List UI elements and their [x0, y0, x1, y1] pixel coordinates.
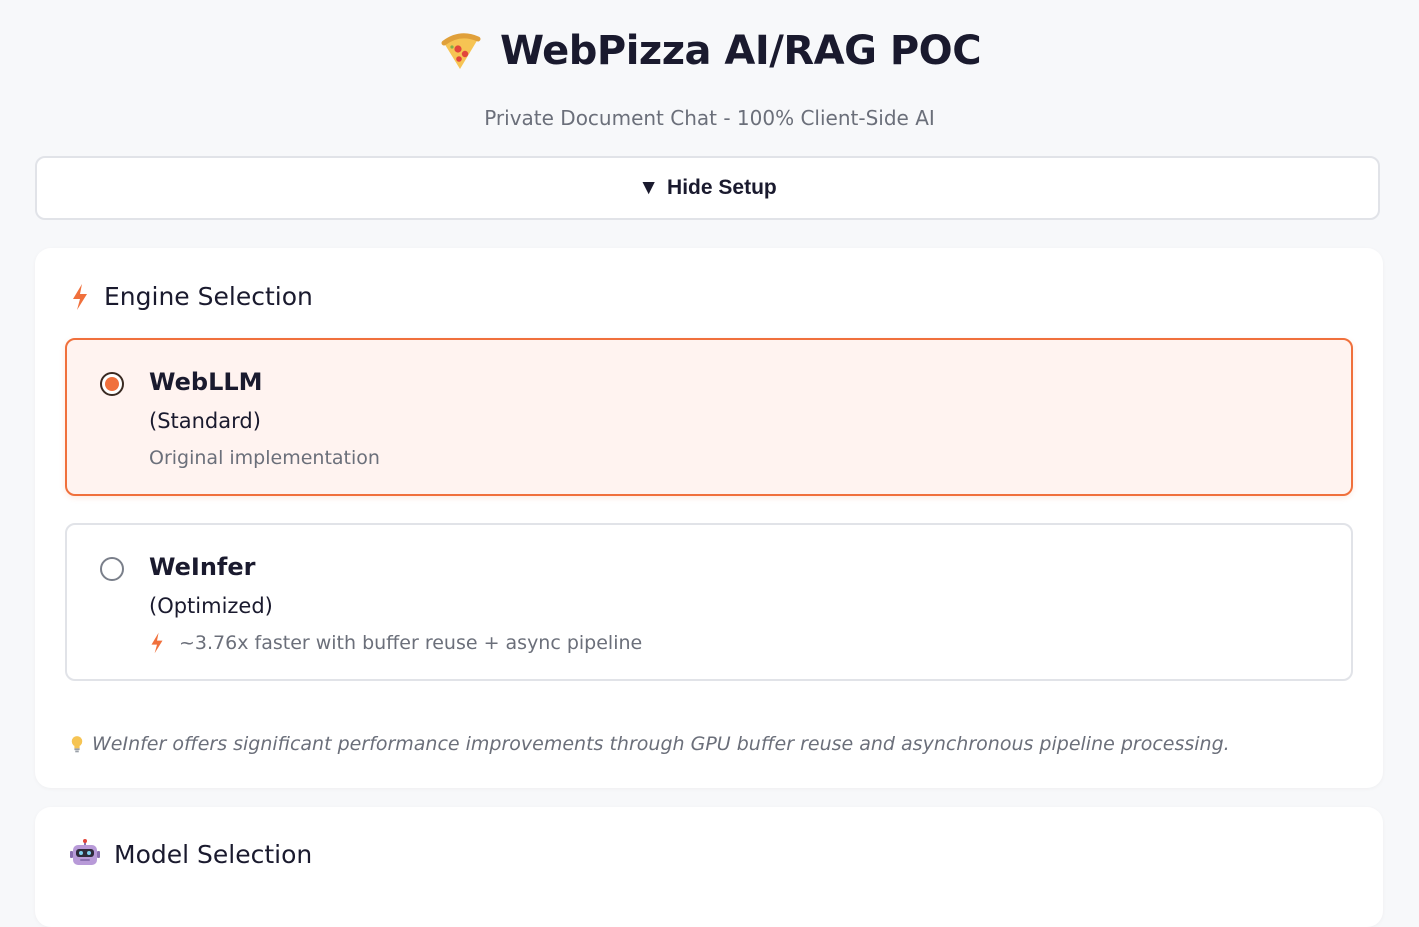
- hide-setup-button[interactable]: ▼ Hide Setup: [35, 156, 1380, 220]
- engine-option-name: WebLLM: [149, 368, 263, 396]
- engine-section-header: Engine Selection: [70, 282, 313, 311]
- engine-option-description-text: ~3.76x faster with buffer reuse + async …: [179, 632, 643, 654]
- engine-option-variant: (Standard): [149, 409, 261, 433]
- engine-section-title: Engine Selection: [104, 282, 313, 311]
- engine-option-description-text: Original implementation: [149, 447, 380, 469]
- radio-webllm[interactable]: [100, 372, 124, 396]
- lightbulb-icon: [70, 734, 84, 754]
- page-subtitle: Private Document Chat - 100% Client-Side…: [484, 106, 935, 130]
- engine-option-description: ~3.76x faster with buffer reuse + async …: [149, 632, 642, 654]
- page-title: WebPizza AI/RAG POC: [499, 28, 982, 74]
- model-section-title: Model Selection: [114, 839, 313, 869]
- model-selection-card: Model Selection: [35, 807, 1383, 927]
- app-header: WebPizza AI/RAG POC Private Document Cha…: [0, 0, 1419, 130]
- pizza-icon: [438, 29, 482, 73]
- title-row: WebPizza AI/RAG POC: [0, 26, 1419, 76]
- triangle-down-icon: ▼: [638, 176, 660, 199]
- model-section-header: Model Selection: [70, 839, 312, 869]
- engine-tip: WeInfer offers significant performance i…: [70, 733, 1230, 755]
- engine-option-weinfer[interactable]: WeInfer (Optimized) ~3.76x faster with b…: [65, 523, 1353, 681]
- hide-setup-label: Hide Setup: [667, 176, 777, 199]
- radio-weinfer[interactable]: [100, 557, 124, 581]
- engine-selection-card: Engine Selection WebLLM (Standard) Origi…: [35, 248, 1383, 788]
- engine-option-name: WeInfer: [149, 553, 256, 581]
- engine-option-variant: (Optimized): [149, 594, 273, 618]
- engine-tip-text: WeInfer offers significant performance i…: [92, 733, 1230, 755]
- lightning-icon: [70, 283, 90, 311]
- engine-option-description: Original implementation: [149, 447, 380, 469]
- engine-option-webllm[interactable]: WebLLM (Standard) Original implementatio…: [65, 338, 1353, 496]
- lightning-icon: [149, 632, 165, 654]
- robot-icon: [70, 839, 100, 869]
